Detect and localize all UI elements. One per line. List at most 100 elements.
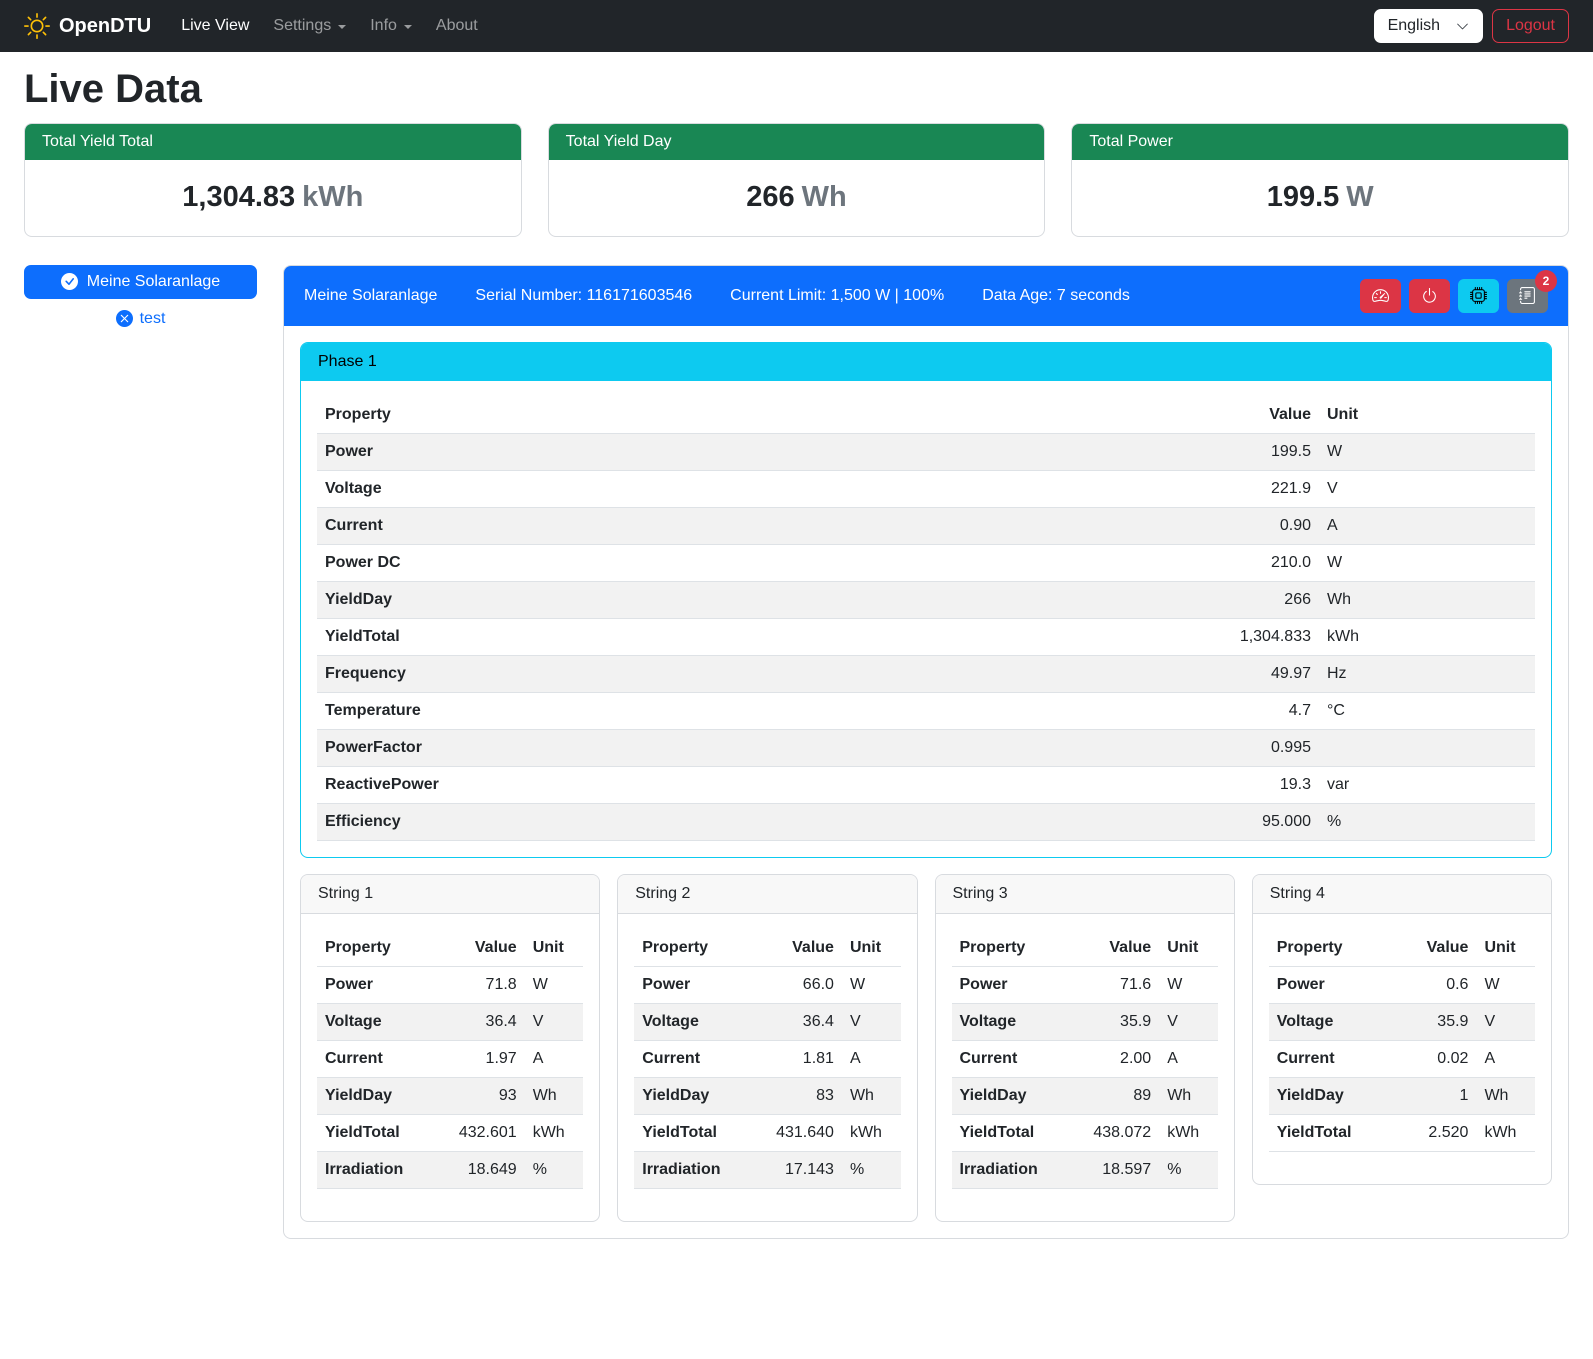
value-cell: 66.0	[751, 966, 842, 1003]
summary-cards-row: Total Yield Total 1,304.83kWh Total Yiel…	[24, 123, 1569, 237]
sidebar-item-test-inverter[interactable]: test	[24, 310, 257, 328]
navbar-right: English Logout	[1374, 9, 1569, 43]
table-row: Voltage36.4V	[317, 1003, 583, 1040]
property-cell: ReactivePower	[317, 766, 1189, 803]
nav-item-about[interactable]: About	[428, 9, 486, 43]
unit-cell: W	[842, 966, 901, 1003]
table-header-row: Property Value Unit	[317, 930, 583, 967]
unit-cell: V	[1476, 1003, 1535, 1040]
value-cell: 71.6	[1069, 966, 1160, 1003]
value-cell: 221.9	[1189, 470, 1319, 507]
value-cell: 49.97	[1189, 655, 1319, 692]
value-cell: 431.640	[751, 1114, 842, 1151]
nav-item-label: About	[436, 17, 478, 35]
inverter-name: Meine Solaranlage	[304, 287, 437, 305]
property-cell: Irradiation	[317, 1151, 434, 1188]
language-select[interactable]: English	[1374, 9, 1483, 43]
cpu-icon	[1470, 287, 1487, 304]
property-cell: Power	[952, 966, 1069, 1003]
property-cell: YieldTotal	[317, 1114, 434, 1151]
nav-item-label: Info	[370, 17, 397, 35]
unit-cell: W	[525, 966, 584, 1003]
card-value-row: 266Wh	[549, 160, 1045, 236]
speedometer-icon	[1372, 287, 1389, 304]
table-row: Frequency49.97Hz	[317, 655, 1535, 692]
unit-cell: W	[1476, 966, 1535, 1003]
phase-card-title: Phase 1	[301, 343, 1551, 381]
nav-item-live-view[interactable]: Live View	[173, 9, 257, 43]
string-1-card: String 1 Property Value Unit	[300, 874, 600, 1222]
value-cell: 266	[1189, 581, 1319, 618]
unit-cell	[1319, 729, 1535, 766]
unit-cell: V	[1319, 470, 1535, 507]
value-cell: 1.97	[434, 1040, 525, 1077]
property-cell: PowerFactor	[317, 729, 1189, 766]
value-cell: 95.000	[1189, 803, 1319, 840]
inverter-panel-body: Phase 1 Property Value Unit Power199.5WV…	[284, 326, 1568, 1238]
column-header-value: Value	[751, 930, 842, 967]
value-cell: 36.4	[434, 1003, 525, 1040]
table-row: ReactivePower19.3var	[317, 766, 1535, 803]
string-2-table: Property Value Unit Power66.0WVoltage36.…	[634, 930, 900, 1189]
x-circle-icon	[116, 310, 133, 327]
device-info-button[interactable]	[1458, 279, 1499, 313]
logout-button[interactable]: Logout	[1492, 9, 1569, 43]
nav-item-info[interactable]: Info	[362, 9, 420, 43]
table-row: PowerFactor0.995	[317, 729, 1535, 766]
card-value: 266	[746, 181, 794, 213]
sun-icon	[24, 13, 50, 39]
power-toggle-button[interactable]	[1409, 279, 1450, 313]
table-row: Voltage35.9V	[1269, 1003, 1535, 1040]
sidebar-item-label: test	[140, 310, 166, 328]
column-header-property: Property	[317, 397, 1189, 434]
value-cell: 35.9	[1386, 1003, 1477, 1040]
property-cell: YieldDay	[634, 1077, 751, 1114]
property-cell: YieldTotal	[1269, 1114, 1386, 1151]
card-title: Total Yield Total	[25, 124, 521, 160]
table-row: Temperature4.7°C	[317, 692, 1535, 729]
property-cell: YieldTotal	[952, 1114, 1069, 1151]
power-icon	[1421, 287, 1438, 304]
nav-item-settings[interactable]: Settings	[265, 9, 354, 43]
column-header-property: Property	[634, 930, 751, 967]
event-log-button[interactable]: 2	[1507, 279, 1548, 313]
value-cell: 71.8	[434, 966, 525, 1003]
card-value: 199.5	[1267, 181, 1340, 213]
sidebar-item-label: Meine Solaranlage	[87, 273, 220, 291]
inverter-sidebar: Meine Solaranlage test	[24, 265, 257, 328]
unit-cell: kWh	[525, 1114, 584, 1151]
value-cell: 2.520	[1386, 1114, 1477, 1151]
string-card-body: Property Value Unit Power71.6WVoltage35.…	[936, 914, 1234, 1221]
table-row: Voltage35.9V	[952, 1003, 1218, 1040]
column-header-unit: Unit	[842, 930, 901, 967]
string-4-table: Property Value Unit Power0.6WVoltage35.9…	[1269, 930, 1535, 1152]
value-cell: 19.3	[1189, 766, 1319, 803]
string-3-card: String 3 Property Value Unit	[935, 874, 1235, 1222]
inverter-limit: Current Limit: 1,500 W | 100%	[730, 287, 944, 305]
inverter-panel-header: Meine Solaranlage Serial Number: 1161716…	[284, 266, 1568, 326]
sidebar-item-selected-inverter[interactable]: Meine Solaranlage	[24, 265, 257, 299]
value-cell: 17.143	[751, 1151, 842, 1188]
property-cell: Current	[1269, 1040, 1386, 1077]
property-cell: Power	[1269, 966, 1386, 1003]
property-cell: YieldDay	[952, 1077, 1069, 1114]
value-cell: 1.81	[751, 1040, 842, 1077]
unit-cell: %	[1159, 1151, 1218, 1188]
phase-1-card: Phase 1 Property Value Unit Power199.5WV…	[300, 342, 1552, 858]
unit-cell: °C	[1319, 692, 1535, 729]
card-unit: kWh	[302, 181, 363, 213]
value-cell: 36.4	[751, 1003, 842, 1040]
limit-settings-button[interactable]	[1360, 279, 1401, 313]
property-cell: YieldDay	[1269, 1077, 1386, 1114]
table-row: Power66.0W	[634, 966, 900, 1003]
table-row: YieldDay83Wh	[634, 1077, 900, 1114]
unit-cell: V	[1159, 1003, 1218, 1040]
brand[interactable]: OpenDTU	[24, 13, 151, 39]
card-unit: W	[1346, 181, 1373, 213]
card-value: 1,304.83	[182, 181, 295, 213]
column-header-unit: Unit	[1476, 930, 1535, 967]
value-cell: 89	[1069, 1077, 1160, 1114]
inverter-actions: 2	[1360, 279, 1548, 313]
column-header-property: Property	[952, 930, 1069, 967]
column-header-value: Value	[1069, 930, 1160, 967]
